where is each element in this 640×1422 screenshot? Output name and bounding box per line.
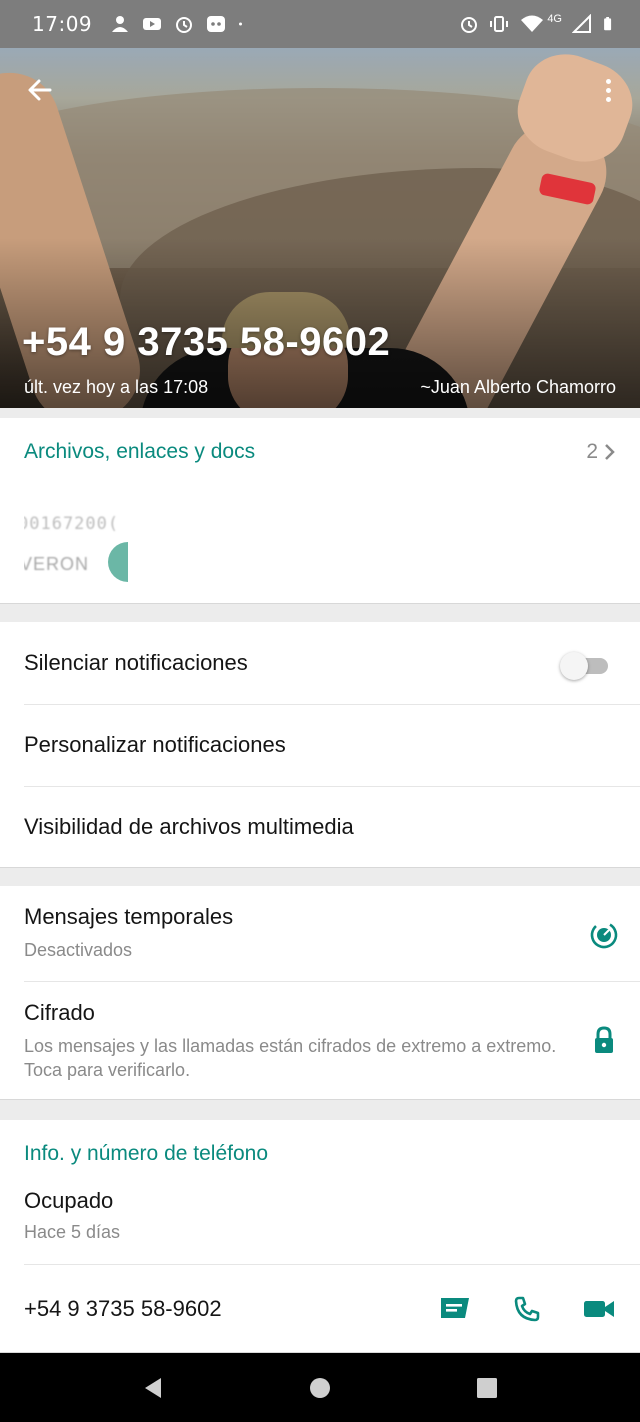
contact-name: +54 9 3735 58-9602 (22, 320, 391, 364)
phone-number: +54 9 3735 58-9602 (24, 1296, 222, 1321)
nav-home-button[interactable] (300, 1368, 340, 1408)
media-visibility-row[interactable]: Visibilidad de archivos multimedia (0, 786, 640, 868)
cat-app-icon (207, 16, 226, 32)
phone-icon (514, 1296, 540, 1322)
disappearing-messages-status: Desactivados (24, 940, 133, 960)
profile-photo-header[interactable]: +54 9 3735 58-9602 últ. vez hoy a las 17… (0, 48, 640, 408)
divider (24, 981, 640, 982)
triangle-back-icon (145, 1377, 162, 1398)
media-links-docs-section: Archivos, enlaces y docs 2 00167200( VER… (0, 418, 640, 604)
disappearing-messages-row[interactable]: Mensajes temporales Desactivados (0, 904, 640, 962)
media-count-link[interactable]: 2 (586, 440, 616, 464)
system-navigation-bar (0, 1353, 640, 1422)
info-phone-section: Info. y número de teléfono Ocupado Hace … (0, 1120, 640, 1353)
media-visibility-label: Visibilidad de archivos multimedia (24, 814, 354, 839)
mute-notifications-row[interactable]: Silenciar notificaciones (0, 622, 640, 704)
signal-icon (572, 14, 591, 33)
nav-recents-button[interactable] (467, 1368, 507, 1408)
about-status: Ocupado (24, 1188, 114, 1213)
about-date: Hace 5 días (24, 1222, 121, 1242)
message-button[interactable] (438, 1292, 472, 1326)
youtube-icon (143, 18, 162, 30)
thumbnail-text-2: VERON (24, 554, 90, 574)
mute-notifications-label: Silenciar notificaciones (24, 650, 248, 675)
security-section: Mensajes temporales Desactivados Cifrado… (0, 886, 640, 1100)
custom-notifications-label: Personalizar notificaciones (24, 732, 286, 757)
nav-back-button[interactable] (133, 1368, 173, 1408)
battery-icon (604, 17, 612, 31)
encryption-description: Los mensajes y las llamadas están cifrad… (24, 1036, 557, 1080)
last-seen-text: últ. vez hoy a las 17:08 (24, 377, 209, 397)
message-icon (441, 1298, 469, 1318)
mute-notifications-toggle[interactable] (560, 652, 608, 680)
alarm-icon (461, 17, 478, 33)
custom-notifications-row[interactable]: Personalizar notificaciones (0, 704, 640, 786)
lock-icon (595, 1026, 613, 1053)
disappearing-messages-title: Mensajes temporales (24, 904, 234, 929)
video-call-button[interactable] (582, 1292, 616, 1326)
status-bar: 17:09 4G (0, 0, 640, 48)
network-type: 4G (547, 13, 562, 25)
back-arrow-icon[interactable] (24, 74, 56, 106)
divider (24, 1264, 640, 1265)
wifi-icon (521, 15, 544, 32)
circle-home-icon (309, 1377, 330, 1398)
more-options-icon[interactable] (596, 74, 620, 106)
media-thumbnail[interactable]: 00167200( VERON (24, 510, 128, 590)
video-camera-icon (584, 1301, 614, 1317)
thumbnail-text-1: 00167200( (24, 514, 120, 534)
alarm-icon (176, 17, 193, 33)
timer-icon (590, 921, 618, 949)
info-section-title: Info. y número de teléfono (24, 1142, 268, 1165)
media-section-title[interactable]: Archivos, enlaces y docs (24, 440, 255, 464)
notifications-section: Silenciar notificaciones Personalizar no… (0, 622, 640, 868)
person-icon (112, 16, 129, 32)
encryption-title: Cifrado (24, 1000, 95, 1025)
chevron-right-icon (605, 444, 615, 460)
vibrate-icon (490, 16, 509, 32)
status-time: 17:09 (32, 12, 93, 36)
push-name: ~Juan Alberto Chamorro (420, 377, 616, 397)
square-recents-icon (476, 1377, 497, 1398)
encryption-row[interactable]: Cifrado Los mensajes y las llamadas está… (0, 1000, 640, 1082)
phone-number-row[interactable]: +54 9 3735 58-9602 (0, 1266, 640, 1352)
voice-call-button[interactable] (510, 1292, 544, 1326)
about-block[interactable]: Ocupado Hace 5 días (24, 1188, 120, 1243)
dot-icon (239, 22, 243, 26)
media-count: 2 (586, 440, 598, 463)
